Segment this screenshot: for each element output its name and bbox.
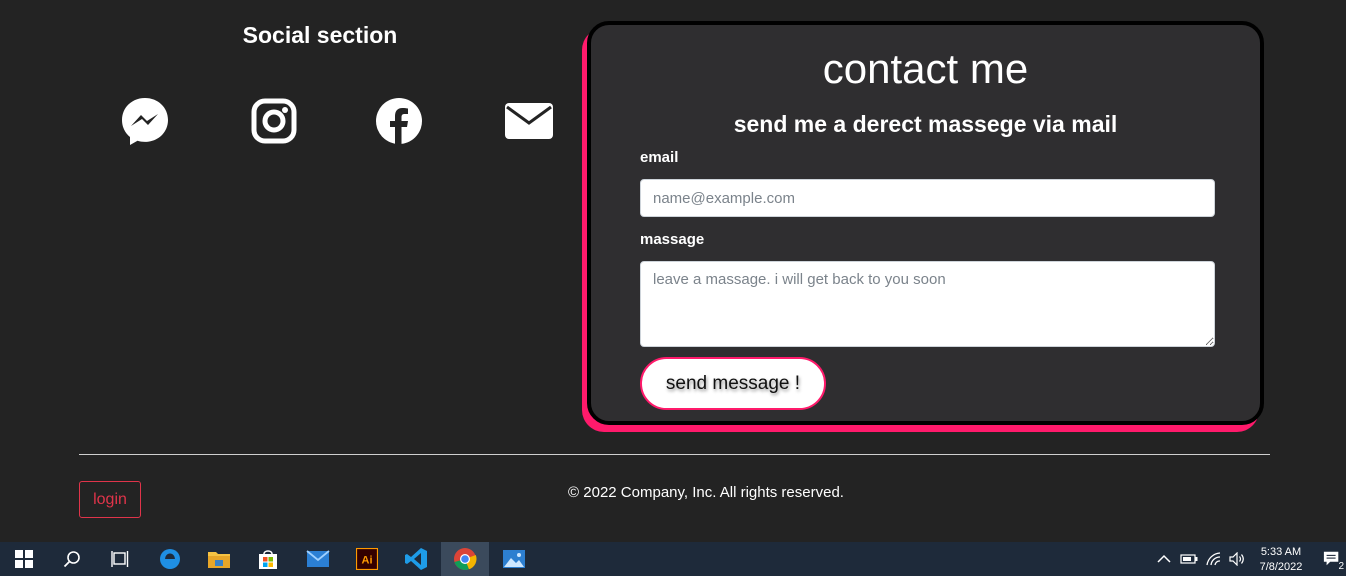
message-label: massage bbox=[640, 231, 705, 248]
footer-divider bbox=[79, 454, 1270, 455]
copyright-text: © 2022 Company, Inc. All rights reserved… bbox=[568, 484, 844, 501]
store-icon[interactable] bbox=[244, 542, 292, 576]
task-view-icon[interactable] bbox=[96, 542, 144, 576]
notification-count: 2 bbox=[1338, 561, 1344, 572]
illustrator-icon[interactable]: Ai bbox=[343, 542, 391, 576]
contact-title: contact me bbox=[822, 45, 1029, 92]
email-label: email bbox=[640, 149, 679, 166]
taskbar: Ai 5:33 AM 7/8/2022 2 bbox=[0, 542, 1346, 576]
file-explorer-icon[interactable] bbox=[195, 542, 243, 576]
send-message-button[interactable]: send message ! bbox=[640, 357, 826, 410]
svg-text:Ai: Ai bbox=[362, 555, 373, 567]
instagram-icon[interactable] bbox=[248, 95, 300, 147]
battery-icon[interactable] bbox=[1180, 550, 1198, 568]
chrome-icon[interactable] bbox=[441, 542, 489, 576]
mail-icon[interactable] bbox=[503, 95, 555, 147]
volume-icon[interactable] bbox=[1228, 550, 1246, 568]
edge-icon[interactable] bbox=[146, 542, 194, 576]
wifi-icon[interactable] bbox=[1205, 550, 1223, 568]
mail-app-icon[interactable] bbox=[294, 542, 342, 576]
windows-start-icon[interactable] bbox=[0, 542, 48, 576]
message-field[interactable] bbox=[640, 261, 1215, 347]
vscode-icon[interactable] bbox=[392, 542, 440, 576]
taskbar-clock[interactable]: 5:33 AM 7/8/2022 bbox=[1250, 545, 1312, 575]
clock-time: 5:33 AM bbox=[1260, 546, 1302, 558]
social-section-title: Social section bbox=[242, 22, 398, 48]
contact-card: contact me send me a derect massege via … bbox=[587, 21, 1264, 425]
search-icon[interactable] bbox=[48, 542, 96, 576]
notification-icon[interactable]: 2 bbox=[1323, 550, 1344, 572]
chevron-up-icon[interactable] bbox=[1155, 550, 1173, 568]
email-field[interactable] bbox=[640, 179, 1215, 217]
photos-icon[interactable] bbox=[490, 542, 538, 576]
contact-subtitle: send me a derect massege via mail bbox=[733, 111, 1118, 137]
messenger-icon[interactable] bbox=[119, 95, 171, 147]
login-button[interactable]: login bbox=[79, 481, 141, 518]
facebook-icon[interactable] bbox=[373, 95, 425, 147]
clock-date: 7/8/2022 bbox=[1259, 561, 1303, 573]
